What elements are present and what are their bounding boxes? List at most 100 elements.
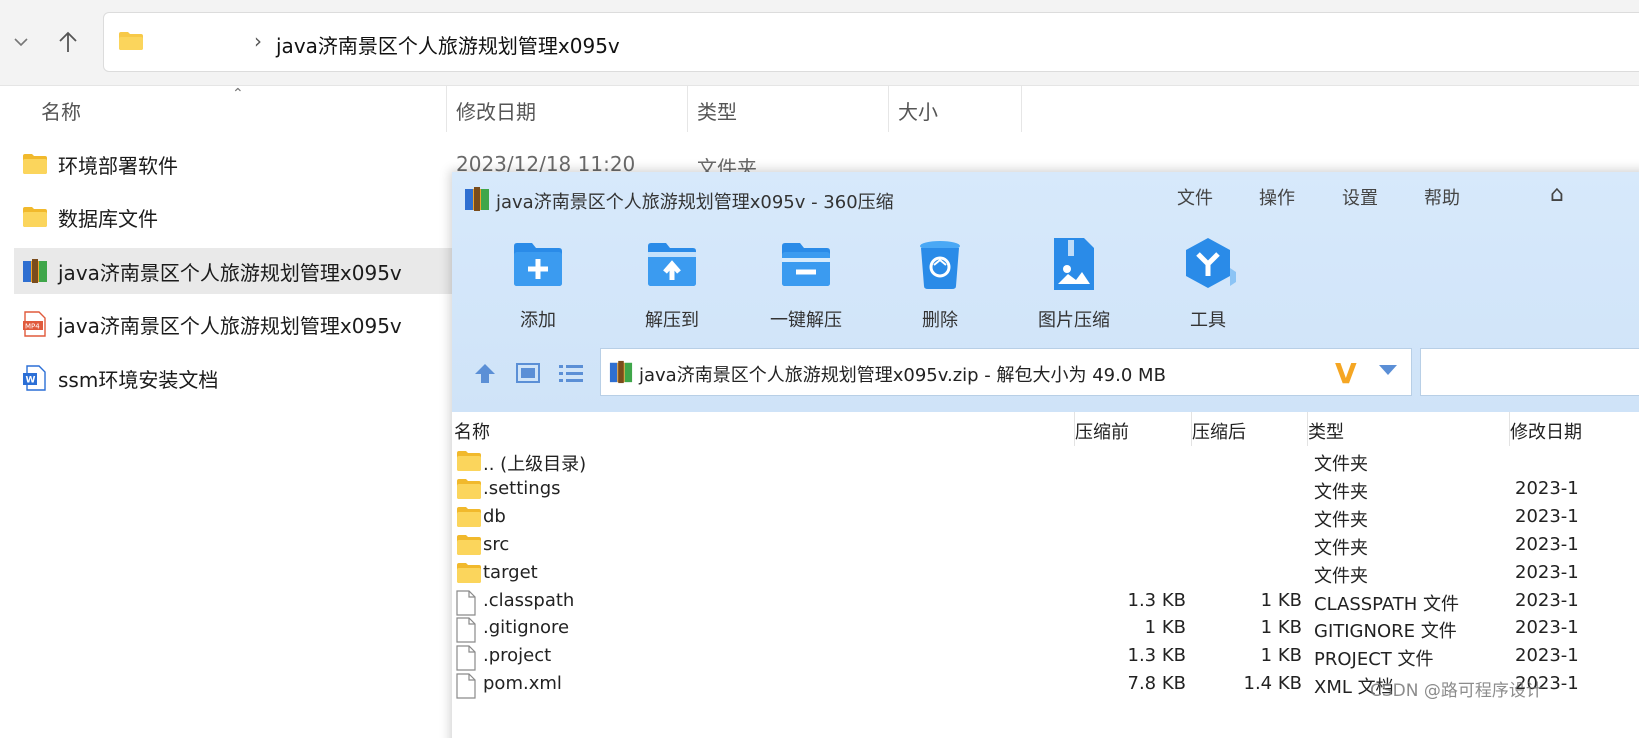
file-name: ssm环境安装文档 <box>58 367 219 392</box>
v-logo-icon[interactable]: V <box>1335 357 1357 390</box>
add-button[interactable]: 添加 <box>483 236 593 332</box>
image-compress-button[interactable]: 图片压缩 <box>1019 236 1129 332</box>
thumbnail-view-icon <box>516 363 540 383</box>
zip-archive-icon <box>22 259 48 283</box>
file-name: java济南景区个人旅游规划管理x095v <box>58 260 402 285</box>
zip-archive-icon <box>464 186 490 216</box>
delete-bin-icon <box>920 241 960 289</box>
extract-to-button[interactable]: 解压到 <box>617 236 727 332</box>
folder-icon <box>118 31 144 55</box>
tools-icon <box>1186 238 1236 288</box>
svg-text:W: W <box>26 376 36 386</box>
file-icon <box>456 589 480 616</box>
one-click-extract-icon <box>782 243 830 286</box>
search-input[interactable] <box>1420 348 1639 396</box>
archive-row[interactable]: .settings 文件夹 2023-1 <box>452 476 1639 504</box>
archive-path-bar[interactable]: java济南景区个人旅游规划管理x095v.zip - 解包大小为 49.0 M… <box>600 348 1412 396</box>
delete-button[interactable]: 删除 <box>885 236 995 332</box>
archive-item-modified: 2023-1 <box>1515 645 1579 667</box>
archive-row[interactable]: db 文件夹 2023-1 <box>452 504 1639 532</box>
column-divider[interactable] <box>687 86 688 132</box>
menu-help[interactable]: 帮助 <box>1424 184 1460 210</box>
archive-row[interactable]: .. (上级目录) 文件夹 <box>452 448 1639 476</box>
list-view-icon <box>559 365 583 382</box>
image-compress-label: 图片压缩 <box>1038 310 1110 331</box>
archive-item-name: src <box>483 533 510 555</box>
recent-locations-button[interactable] <box>5 26 37 58</box>
archive-item-size-before: 1 KB <box>1144 617 1186 639</box>
folder-icon <box>456 506 481 530</box>
archive-item-type: 文件夹 <box>1314 454 1368 475</box>
folder-icon <box>456 450 481 474</box>
column-size[interactable]: 大小 <box>898 96 938 125</box>
column-type[interactable]: 类型 <box>697 96 737 125</box>
arrow-up-icon <box>475 364 495 383</box>
delete-label: 删除 <box>922 310 958 331</box>
archive-item-type: 文件夹 <box>1314 565 1368 587</box>
explorer-column-headers: ⌃ 名称 修改日期 类型 大小 <box>0 86 1639 132</box>
archive-item-type: 文件夹 <box>1314 481 1368 503</box>
menu-file[interactable]: 文件 <box>1177 184 1213 210</box>
archive-item-name: .. (上级目录) <box>483 454 587 475</box>
archive-item-name: .gitignore <box>483 617 570 639</box>
archive-row[interactable]: src 文件夹 2023-1 <box>452 532 1639 560</box>
archive-item-type: GITIGNORE 文件 <box>1314 621 1457 643</box>
column-type[interactable]: 类型 <box>1308 418 1344 444</box>
column-after-size[interactable]: 压缩后 <box>1192 418 1246 444</box>
archive-item-modified: 2023-1 <box>1515 477 1579 499</box>
add-label: 添加 <box>520 310 556 331</box>
archive-item-size-after: 1.4 KB <box>1243 673 1303 695</box>
address-path[interactable]: java济南景区个人旅游规划管理x095v <box>276 30 620 59</box>
archive-row[interactable]: .gitignore 1 KB 1 KB GITIGNORE 文件 2023-1 <box>452 615 1639 643</box>
column-divider[interactable] <box>1021 86 1022 132</box>
archive-row[interactable]: target 文件夹 2023-1 <box>452 560 1639 588</box>
column-divider[interactable] <box>888 86 889 132</box>
archive-row[interactable]: .classpath 1.3 KB 1 KB CLASSPATH 文件 2023-1 <box>452 588 1639 616</box>
menu-operation[interactable]: 操作 <box>1259 184 1295 210</box>
column-name[interactable]: 名称 <box>454 418 490 444</box>
archive-item-modified: 2023-1 <box>1515 505 1579 527</box>
folder-icon <box>456 534 481 558</box>
file-row[interactable]: MP4 java济南景区个人旅游规划管理x095v <box>14 301 454 347</box>
address-bar[interactable]: › java济南景区个人旅游规划管理x095v <box>103 12 1639 72</box>
column-modified[interactable]: 修改日期 <box>456 96 536 125</box>
skin-icon[interactable]: ⌂ <box>1550 182 1564 207</box>
folder-icon <box>22 205 48 229</box>
archive-item-size-after: 1 KB <box>1260 645 1302 667</box>
add-folder-icon <box>514 243 562 286</box>
dropdown-arrow-icon[interactable] <box>1379 365 1397 375</box>
folder-icon <box>22 152 48 176</box>
thumbnail-view-button[interactable] <box>513 358 543 388</box>
archive-item-name: target <box>483 561 538 583</box>
archive-item-size-after: 1 KB <box>1260 617 1302 639</box>
file-name: 数据库文件 <box>58 206 158 231</box>
watermark: CSDN @路可程序设计 <box>1370 681 1543 701</box>
archive-item-name: .settings <box>483 477 561 499</box>
parent-folder-button[interactable] <box>470 358 500 388</box>
file-row-selected[interactable]: java济南景区个人旅游规划管理x095v <box>14 248 454 294</box>
folder-icon <box>456 562 481 586</box>
one-click-extract-button[interactable]: 一键解压 <box>751 236 861 332</box>
archive-item-type: CLASSPATH 文件 <box>1314 593 1460 615</box>
zip-archive-icon <box>609 360 633 388</box>
archive-item-name: db <box>483 505 506 527</box>
file-icon <box>456 645 480 671</box>
word-doc-icon: W <box>22 365 48 391</box>
file-row[interactable]: W ssm环境安装文档 <box>14 355 454 401</box>
file-name: java济南景区个人旅游规划管理x095v <box>58 313 402 338</box>
archive-item-type: 文件夹 <box>1314 509 1368 531</box>
extract-to-icon <box>648 243 696 286</box>
list-view-button[interactable] <box>556 358 586 388</box>
column-name[interactable]: 名称 <box>41 96 81 125</box>
column-divider[interactable] <box>446 86 447 132</box>
archive-row[interactable]: .project 1.3 KB 1 KB PROJECT 文件 2023-1 <box>452 643 1639 671</box>
menu-settings[interactable]: 设置 <box>1342 184 1378 210</box>
archive-item-modified: 2023-1 <box>1515 561 1579 583</box>
column-before-size[interactable]: 压缩前 <box>1075 418 1129 444</box>
file-row[interactable]: 环境部署软件 <box>14 141 454 187</box>
tools-button[interactable]: 工具 <box>1153 236 1263 332</box>
image-compress-icon <box>1054 238 1094 290</box>
column-modified[interactable]: 修改日期 <box>1510 418 1582 444</box>
file-row[interactable]: 数据库文件 <box>14 194 454 240</box>
up-button[interactable] <box>52 26 84 58</box>
